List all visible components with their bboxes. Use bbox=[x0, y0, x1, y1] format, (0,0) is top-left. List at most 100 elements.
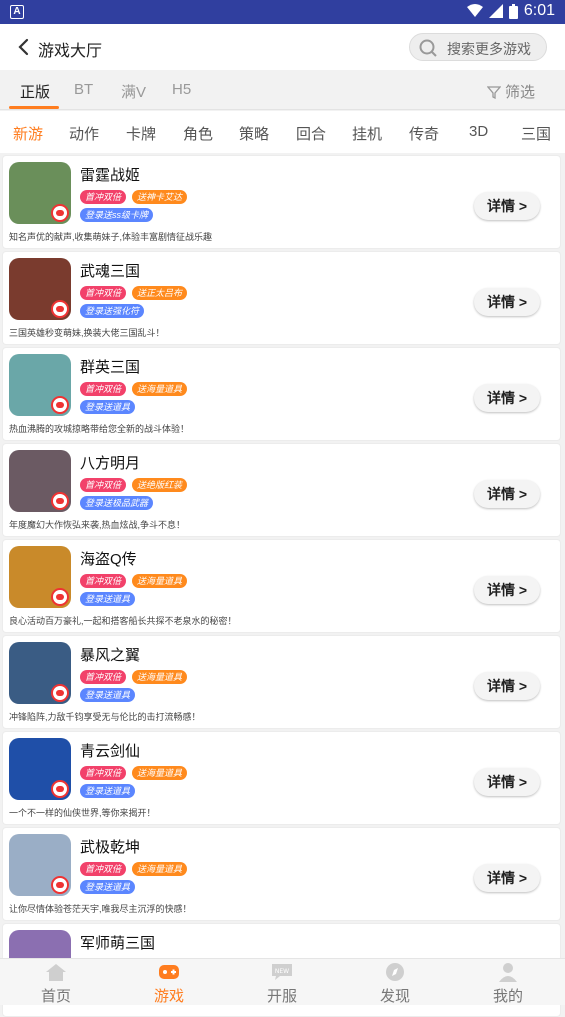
app-header: 游戏大厅 搜索更多游戏 bbox=[0, 24, 565, 70]
game-icon bbox=[9, 834, 71, 896]
status-icons: 6:01 bbox=[466, 2, 555, 20]
tag: 登录送ss级卡牌 bbox=[80, 208, 154, 222]
category-tab[interactable]: 策略 bbox=[239, 123, 269, 144]
game-card[interactable]: 海盗Q传 首冲双倍 送海量道具 登录送道具 良心活动百万豪礼,一起和搭客船长共探… bbox=[2, 539, 561, 633]
category-tab[interactable]: 动作 bbox=[69, 123, 99, 144]
tag: 登录送道具 bbox=[80, 880, 136, 894]
nav-discover[interactable]: 发现 bbox=[355, 959, 435, 1006]
nav-profile[interactable]: 我的 bbox=[468, 959, 548, 1006]
category-tab[interactable]: 回合 bbox=[296, 123, 326, 144]
tag: 送海量道具 bbox=[132, 670, 188, 684]
game-desc: 年度魔幻大作恢弘来袭,热血炫战,争斗不息！ bbox=[9, 520, 186, 530]
category-tab[interactable]: 挂机 bbox=[352, 123, 382, 144]
category-tab[interactable]: 3D bbox=[469, 123, 488, 140]
nav-label: 游戏 bbox=[153, 988, 184, 1005]
signal-icon bbox=[488, 4, 503, 18]
game-card[interactable]: 武极乾坤 首冲双倍 送海量道具 登录送道具 让你尽情体验苍茫天宇,唯我尽主沉浮的… bbox=[2, 827, 561, 921]
search-placeholder: 搜索更多游戏 bbox=[447, 41, 531, 57]
gamepad-badge-icon bbox=[51, 396, 69, 414]
nav-home[interactable]: 首页 bbox=[16, 959, 96, 1006]
notification-icon: A bbox=[10, 5, 24, 19]
compass-icon bbox=[386, 963, 404, 981]
back-arrow-icon[interactable] bbox=[14, 36, 34, 58]
nav-label: 开服 bbox=[266, 988, 297, 1005]
tag: 送海量道具 bbox=[132, 382, 188, 396]
nav-games[interactable]: 游戏 bbox=[129, 959, 209, 1006]
game-icon bbox=[9, 738, 71, 800]
tag: 首冲双倍 bbox=[80, 382, 127, 396]
detail-button[interactable]: 详情 > bbox=[474, 768, 540, 796]
page-title: 游戏大厅 bbox=[38, 43, 103, 60]
detail-button[interactable]: 详情 > bbox=[474, 384, 540, 412]
filter-label: 筛选 bbox=[504, 84, 535, 101]
category-tab[interactable]: 角色 bbox=[183, 123, 213, 144]
game-desc: 让你尽情体验苍茫天宇,唯我尽主沉浮的快感！ bbox=[9, 904, 192, 914]
clock: 6:01 bbox=[523, 2, 555, 19]
category-tab[interactable]: 三国 bbox=[521, 123, 551, 144]
detail-button[interactable]: 详情 > bbox=[474, 192, 540, 220]
gamepad-badge-icon bbox=[51, 588, 69, 606]
nav-label: 首页 bbox=[40, 988, 71, 1005]
category-tab[interactable]: 传奇 bbox=[409, 123, 439, 144]
game-desc: 知名声优的献声,收集萌妹子,体验丰富剧情征战乐趣 bbox=[9, 232, 213, 242]
game-desc: 一个不一样的仙侠世界,等你来揭开！ bbox=[9, 808, 156, 818]
game-name: 武极乾坤 bbox=[80, 839, 141, 856]
detail-button[interactable]: 详情 > bbox=[474, 480, 540, 508]
tag: 首冲双倍 bbox=[80, 862, 127, 876]
tag: 送绝版红装 bbox=[132, 478, 188, 492]
wifi-icon bbox=[466, 4, 483, 17]
tag: 送神卡艾达 bbox=[132, 190, 188, 204]
game-icon bbox=[9, 258, 71, 320]
detail-button[interactable]: 详情 > bbox=[474, 672, 540, 700]
game-name: 海盗Q传 bbox=[80, 551, 137, 568]
game-card[interactable]: 雷霆战姬 首冲双倍 送神卡艾达 登录送ss级卡牌 知名声优的献声,收集萌妹子,体… bbox=[2, 155, 561, 249]
nav-new-server[interactable]: NEW 开服 bbox=[242, 959, 322, 1006]
battery-icon bbox=[508, 3, 518, 19]
tab-h5[interactable]: H5 bbox=[172, 81, 191, 98]
game-name: 八方明月 bbox=[80, 455, 141, 472]
gamepad-badge-icon bbox=[51, 876, 69, 894]
game-card[interactable]: 群英三国 首冲双倍 送海量道具 登录送道具 热血沸腾的攻城掠略带给您全新的战斗体… bbox=[2, 347, 561, 441]
game-icon bbox=[9, 162, 71, 224]
nav-label: 发现 bbox=[379, 988, 410, 1005]
game-desc: 良心活动百万豪礼,一起和搭客船长共探不老泉水的秘密！ bbox=[9, 616, 237, 626]
game-card[interactable]: 青云剑仙 首冲双倍 送海量道具 登录送道具 一个不一样的仙侠世界,等你来揭开！ … bbox=[2, 731, 561, 825]
game-icon bbox=[9, 354, 71, 416]
tab-vip[interactable]: 满V bbox=[121, 81, 146, 102]
game-name: 雷霆战姬 bbox=[80, 167, 141, 184]
home-icon bbox=[46, 964, 66, 981]
filter-icon bbox=[486, 85, 501, 99]
tag: 登录送道具 bbox=[80, 784, 136, 798]
tab-official[interactable]: 正版 bbox=[20, 81, 50, 102]
game-card[interactable]: 暴风之翼 首冲双倍 送海量道具 登录送道具 冲锋陷阵,力敌千钧享受无与伦比的击打… bbox=[2, 635, 561, 729]
game-desc: 热血沸腾的攻城掠略带给您全新的战斗体验！ bbox=[9, 424, 190, 434]
detail-button[interactable]: 详情 > bbox=[474, 864, 540, 892]
game-name: 军师萌三国 bbox=[80, 935, 156, 952]
detail-button[interactable]: 详情 > bbox=[474, 576, 540, 604]
game-name: 武魂三国 bbox=[80, 263, 141, 280]
filter-button[interactable]: 筛选 bbox=[486, 81, 535, 102]
tag: 登录送极品武器 bbox=[80, 496, 154, 510]
tab-bt[interactable]: BT bbox=[74, 81, 93, 98]
game-card[interactable]: 武魂三国 首冲双倍 送正太吕布 登录送强化符 三国英雄秒变萌妹,换装大佬三国乱斗… bbox=[2, 251, 561, 345]
game-icon bbox=[9, 642, 71, 704]
game-desc: 冲锋陷阵,力敌千钧享受无与伦比的击打流畅感！ bbox=[9, 712, 201, 722]
tag: 首冲双倍 bbox=[80, 574, 127, 588]
search-bar[interactable]: 搜索更多游戏 bbox=[409, 33, 547, 61]
new-server-icon: NEW bbox=[272, 964, 292, 980]
platform-tabs: 正版 BT 满V H5 筛选 bbox=[0, 70, 565, 110]
detail-button[interactable]: 详情 > bbox=[474, 288, 540, 316]
game-card[interactable]: 八方明月 首冲双倍 送绝版红装 登录送极品武器 年度魔幻大作恢弘来袭,热血炫战,… bbox=[2, 443, 561, 537]
category-tab[interactable]: 新游 bbox=[13, 123, 43, 144]
tag: 登录送强化符 bbox=[80, 304, 145, 318]
category-tab[interactable]: 卡牌 bbox=[126, 123, 156, 144]
gamepad-badge-icon bbox=[51, 300, 69, 318]
tag: 送海量道具 bbox=[132, 766, 188, 780]
game-icon bbox=[9, 546, 71, 608]
game-icon bbox=[9, 450, 71, 512]
gamepad-badge-icon bbox=[51, 780, 69, 798]
game-desc: 三国英雄秒变萌妹,换装大佬三国乱斗！ bbox=[9, 328, 165, 338]
bottom-nav: 首页 游戏 NEW 开服 发现 我的 bbox=[0, 958, 565, 1005]
gamepad-badge-icon bbox=[51, 684, 69, 702]
tag: 送海量道具 bbox=[132, 862, 188, 876]
